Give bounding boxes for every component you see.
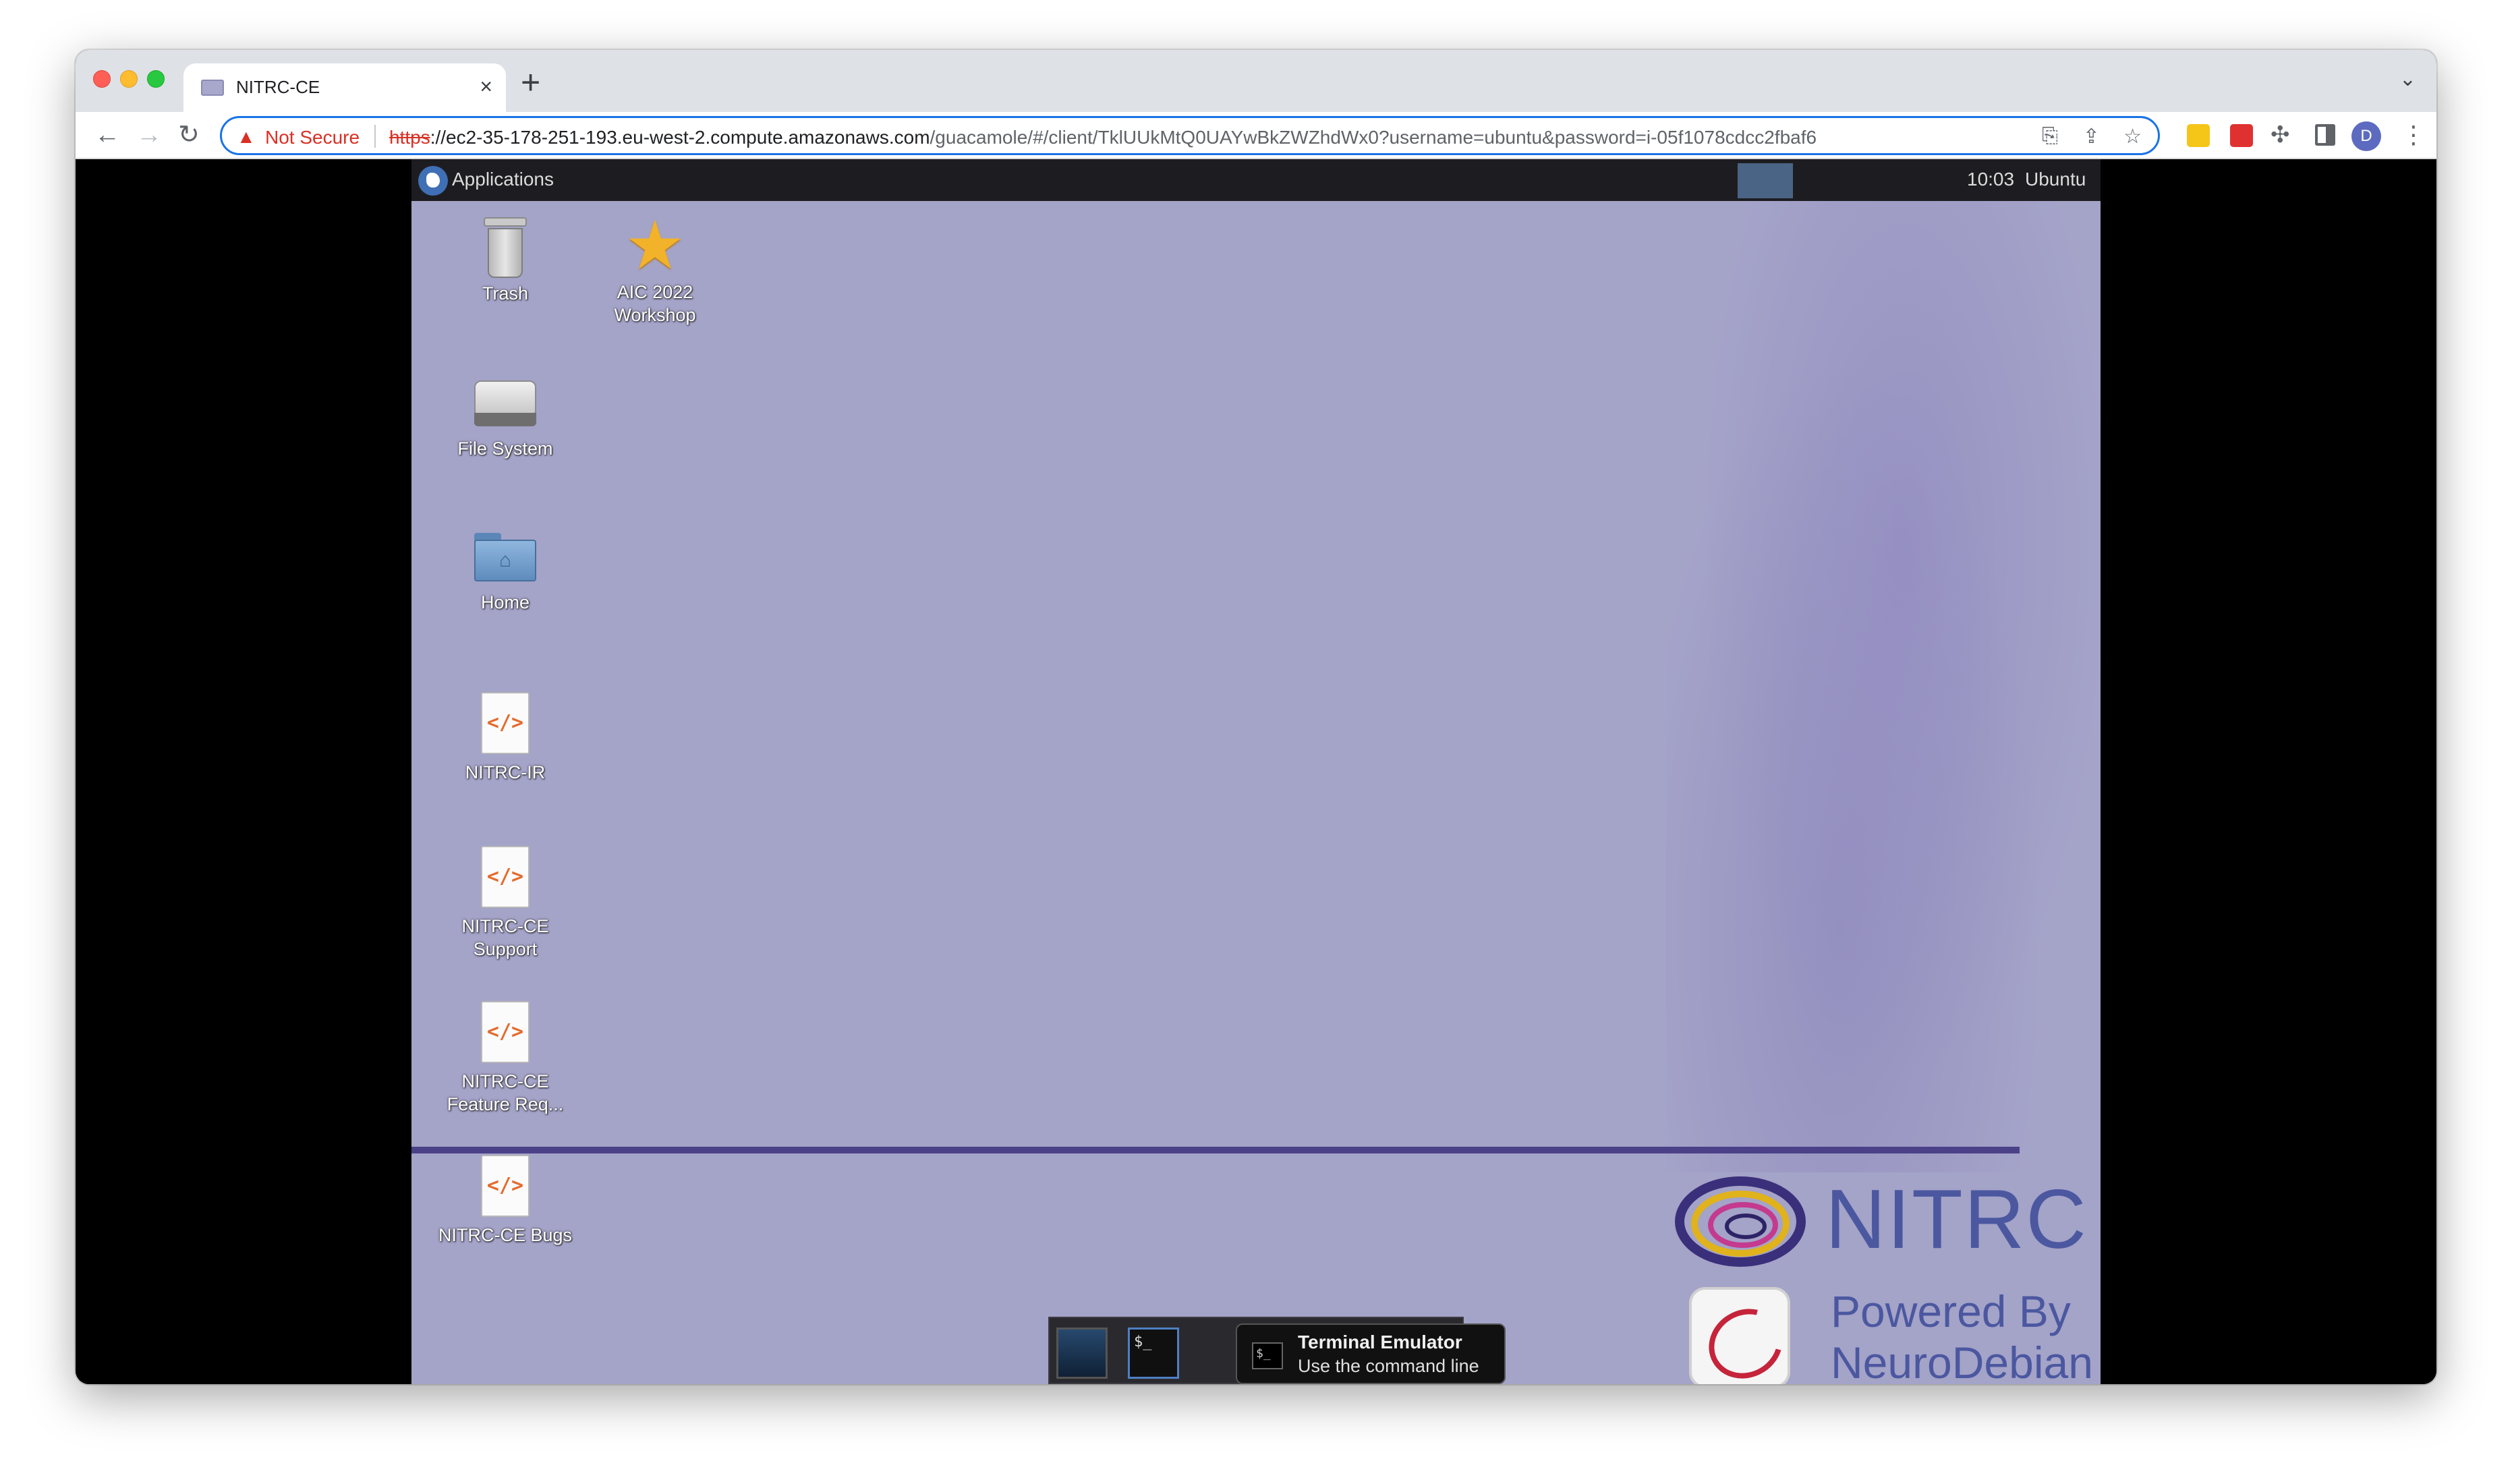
powered-by-line1: Powered By xyxy=(1831,1286,2071,1336)
new-tab-button[interactable]: + xyxy=(521,62,540,103)
share-icon[interactable]: ⇪ xyxy=(2083,125,2100,148)
browser-menu-icon[interactable]: ⋮ xyxy=(2401,120,2426,150)
tooltip-title: Terminal Emulator xyxy=(1298,1332,1462,1352)
html-doc-icon: </> xyxy=(481,1155,530,1217)
tab-search-chevron-icon[interactable]: ⌄ xyxy=(2399,67,2416,91)
address-bar[interactable]: ▲ Not Secure https://ec2-35-178-251-193.… xyxy=(220,116,2160,155)
brain-mesh-wallpaper xyxy=(1666,201,2101,1172)
browser-window: NITRC-CE × + ⌄ ← → ↻ ▲ Not Secure https:… xyxy=(76,50,2436,1384)
forward-button[interactable]: → xyxy=(136,120,162,150)
terminal-tooltip-icon: $_ xyxy=(1252,1342,1283,1369)
nitrc-wordmark: NITRC xyxy=(1825,1173,2088,1266)
profile-avatar[interactable]: D xyxy=(2351,121,2381,151)
url-scheme: https xyxy=(389,127,430,148)
wallpaper-divider-line xyxy=(411,1147,2020,1153)
minimize-window-button[interactable] xyxy=(120,70,138,88)
desktop-icon-nitrc-ce-support[interactable]: </> NITRC-CE Support xyxy=(434,846,576,961)
omnibox-separator xyxy=(374,125,376,148)
show-desktop-icon[interactable] xyxy=(1056,1328,1108,1379)
icon-label: NITRC-IR xyxy=(465,762,546,782)
desktop-icon-nitrc-ce-bugs[interactable]: </> NITRC-CE Bugs xyxy=(434,1155,576,1247)
tab-bar: NITRC-CE × + ⌄ xyxy=(76,50,2436,112)
icon-label: NITRC-CE Feature Req... xyxy=(447,1071,564,1114)
trash-icon xyxy=(484,217,527,278)
powered-by-text: Powered By NeuroDebian xyxy=(1831,1286,2093,1384)
icon-label: File System xyxy=(457,438,553,459)
extension-red-icon[interactable] xyxy=(2230,124,2253,147)
favicon-icon xyxy=(201,80,224,96)
icon-label: NITRC-CE Support xyxy=(461,916,549,959)
workspace-switcher[interactable] xyxy=(1738,163,1793,198)
reload-button[interactable]: ↻ xyxy=(178,120,200,150)
icon-label: Home xyxy=(480,592,530,612)
close-window-button[interactable] xyxy=(93,70,111,88)
terminal-icon[interactable]: $_ xyxy=(1128,1328,1179,1379)
nitrc-swirl-logo-icon xyxy=(1675,1176,1806,1267)
url-path: /guacamole/#/client/TklUUkMtQ0UAYwBkZWZh… xyxy=(930,127,1817,148)
xfce-logo-icon[interactable] xyxy=(418,166,448,196)
desktop-icon-home[interactable]: ⌂ Home xyxy=(434,521,576,614)
html-doc-icon: </> xyxy=(481,1001,530,1063)
panel-clock[interactable]: 10:03 xyxy=(1967,169,2014,190)
back-button[interactable]: ← xyxy=(94,120,120,150)
desktop-icon-nitrc-ir[interactable]: </> NITRC-IR xyxy=(434,692,576,784)
neurodebian-logo-icon xyxy=(1689,1287,1790,1384)
remote-desktop-viewport: Applications 10:03 Ubuntu Trash ★ AIC 20… xyxy=(76,159,2436,1384)
extensions-puzzle-icon[interactable]: ✣ xyxy=(2271,121,2290,148)
powered-by-line2: NeuroDebian xyxy=(1831,1338,2093,1384)
panel-user[interactable]: Ubuntu xyxy=(2025,169,2086,190)
tab-close-icon[interactable]: × xyxy=(480,73,492,100)
desktop-icon-file-system[interactable]: File System xyxy=(434,371,576,460)
html-doc-icon: </> xyxy=(481,692,530,754)
extension-yellow-icon[interactable] xyxy=(2187,124,2210,147)
not-secure-label[interactable]: Not Secure xyxy=(265,127,360,148)
star-icon: ★ xyxy=(625,208,685,283)
side-panel-icon[interactable] xyxy=(2315,124,2335,146)
tab-nitrc-ce[interactable]: NITRC-CE × xyxy=(183,63,506,112)
icon-label: Trash xyxy=(482,283,528,304)
tab-title: NITRC-CE xyxy=(236,77,320,97)
tooltip-subtitle: Use the command line xyxy=(1298,1356,1479,1376)
maximize-window-button[interactable] xyxy=(147,70,165,88)
desktop-icon-nitrc-ce-feature-requests[interactable]: </> NITRC-CE Feature Req... xyxy=(434,1001,576,1116)
browser-toolbar: ← → ↻ ▲ Not Secure https://ec2-35-178-25… xyxy=(76,112,2436,159)
home-folder-icon: ⌂ xyxy=(474,533,536,581)
top-panel: Applications 10:03 Ubuntu xyxy=(411,159,2101,201)
clipboard-icon[interactable]: ⎘ xyxy=(2042,125,2058,148)
bookmark-star-icon[interactable]: ☆ xyxy=(2123,125,2142,148)
url-host: ://ec2-35-178-251-193.eu-west-2.compute.… xyxy=(430,127,930,148)
terminal-tooltip: $_ Terminal Emulator Use the command lin… xyxy=(1236,1323,1506,1384)
drive-icon xyxy=(474,380,536,428)
remote-desktop[interactable]: Applications 10:03 Ubuntu Trash ★ AIC 20… xyxy=(411,159,2101,1384)
icon-label: NITRC-CE Bugs xyxy=(438,1225,573,1245)
desktop-icon-aic-2022-workshop[interactable]: ★ AIC 2022 Workshop xyxy=(584,208,726,326)
url-text[interactable]: https://ec2-35-178-251-193.eu-west-2.com… xyxy=(389,127,1817,148)
html-doc-icon: </> xyxy=(481,846,530,908)
desktop-icon-trash[interactable]: Trash xyxy=(434,217,576,305)
applications-menu[interactable]: Applications xyxy=(452,169,554,190)
warning-icon[interactable]: ▲ xyxy=(237,126,256,148)
icon-label: AIC 2022 Workshop xyxy=(614,282,696,325)
